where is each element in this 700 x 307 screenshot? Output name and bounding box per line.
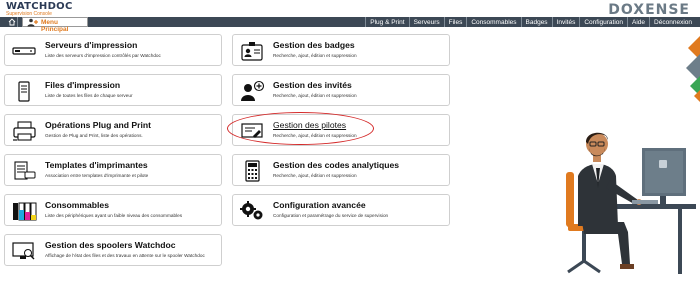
card-description: Liste de toutes les files de chaque serv… [45, 93, 133, 98]
nav-consommables[interactable]: Consommables [466, 17, 520, 27]
card-description: Recherche, ajout, édition et suppression [273, 173, 357, 178]
person-at-desk-illustration [566, 132, 696, 274]
nav-configuration[interactable]: Configuration [579, 17, 627, 27]
card-title: Gestion des invités [273, 80, 352, 90]
nav-aide[interactable]: Aide [627, 17, 649, 27]
nav-badges[interactable]: Badges [520, 17, 552, 27]
card-description: Recherche, ajout, édition et suppression [273, 93, 357, 98]
template-icon [14, 161, 36, 180]
ink-cartridges-icon [13, 202, 37, 221]
card-configuration[interactable]: Configuration avancée Configuration et p… [232, 194, 450, 226]
card-codes-analytiques[interactable]: Gestion des codes analytiques Recherche,… [232, 154, 450, 186]
card-title: Gestion des badges [273, 40, 355, 50]
card-serveurs[interactable]: Serveurs d'impression Liste des serveurs… [4, 34, 222, 66]
users-icon [27, 18, 38, 27]
spooler-monitor-icon [12, 242, 35, 260]
doxense-logo: DOXENSE [608, 2, 690, 18]
card-title: Files d'impression [45, 80, 121, 90]
card-description: Association entre templates d'imprimante… [45, 173, 149, 178]
card-badges[interactable]: Gestion des badges Recherche, ajout, édi… [232, 34, 450, 66]
nav-invites[interactable]: Invités [551, 17, 580, 27]
home-icon [8, 18, 16, 26]
nav-files[interactable]: Files [443, 17, 467, 27]
card-description: Liste des périphériques ayant un faible … [45, 213, 183, 218]
nav-serveurs[interactable]: Serveurs [408, 17, 444, 27]
card-templates[interactable]: Templates d'imprimantes Association entr… [4, 154, 222, 186]
menu-principal-label: Menu Principal [41, 19, 69, 33]
card-invites[interactable]: Gestion des invités Recherche, ajout, éd… [232, 74, 450, 106]
card-description: Liste des serveurs d'impression contrôlé… [45, 53, 161, 58]
nav-links: Plug & Print Serveurs Files Consommables… [365, 17, 696, 27]
card-title: Consommables [45, 200, 109, 210]
brand-chevron-decoration [686, 36, 700, 102]
card-files[interactable]: Files d'impression Liste de toutes les f… [4, 74, 222, 106]
card-title: Gestion des spoolers Watchdoc [45, 240, 176, 250]
card-title: Templates d'imprimantes [45, 160, 148, 170]
server-icon [12, 47, 36, 55]
card-consommables[interactable]: Consommables Liste des périphériques aya… [4, 194, 222, 226]
home-button[interactable] [5, 17, 18, 27]
menu-principal-button[interactable]: Menu Principal [22, 17, 88, 33]
card-title: Serveurs d'impression [45, 40, 138, 50]
gears-icon [240, 201, 263, 220]
badge-icon [241, 42, 263, 61]
card-title: Gestion des codes analytiques [273, 160, 400, 170]
card-title: Opérations Plug and Print [45, 120, 151, 130]
card-spoolers[interactable]: Gestion des spoolers Watchdoc Affichage … [4, 234, 222, 266]
card-description: Configuration et paramétrage du service … [273, 213, 389, 218]
highlight-ellipse [227, 112, 374, 145]
printer-icon [13, 121, 36, 141]
card-description: Gestion de Plug and Print, liste des opé… [45, 133, 143, 138]
card-description: Recherche, ajout, édition et suppression [273, 53, 357, 58]
card-title: Configuration avancée [273, 200, 366, 210]
card-plug-print[interactable]: Opérations Plug and Print Gestion de Plu… [4, 114, 222, 146]
card-description: Affichage de l'état des files et des tra… [45, 253, 205, 258]
nav-deconnexion[interactable]: Déconnexion [649, 17, 696, 27]
printer-queue-icon [18, 81, 30, 102]
nav-plug-print[interactable]: Plug & Print [365, 17, 408, 27]
calculator-icon [245, 160, 260, 182]
add-guest-icon [241, 80, 265, 101]
